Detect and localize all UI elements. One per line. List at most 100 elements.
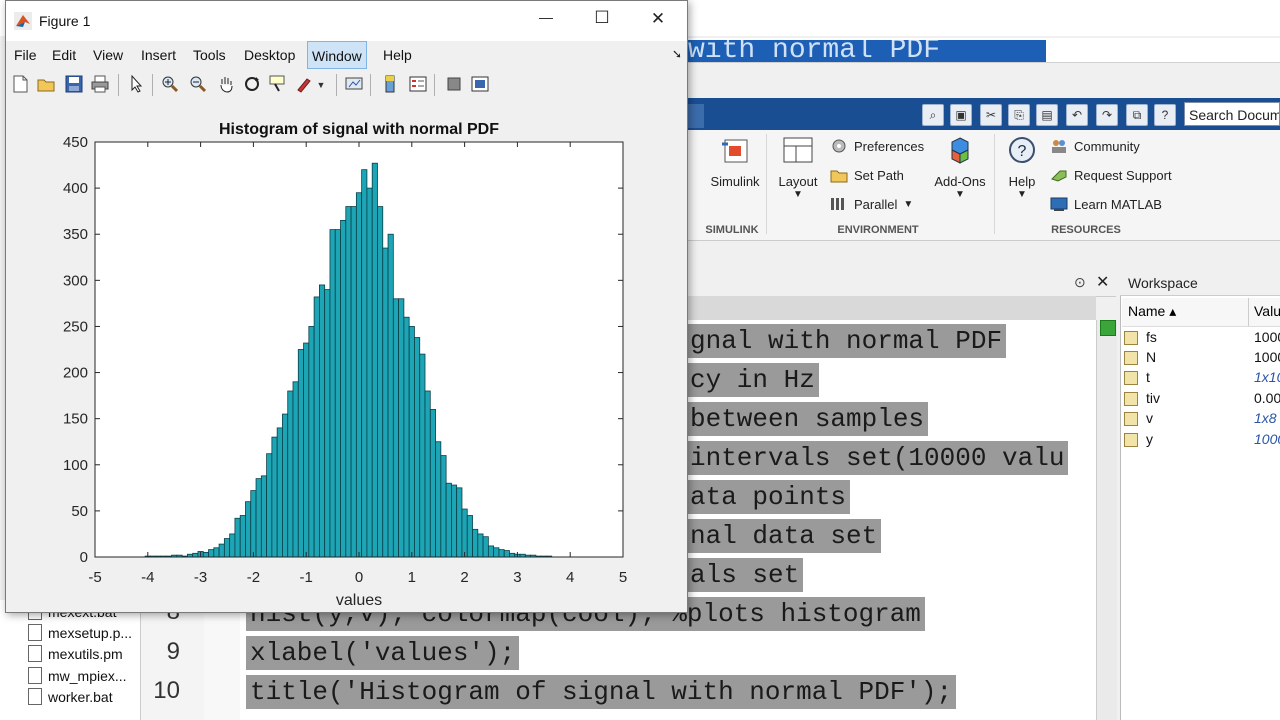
simulink-section-label: SIMULINK [705,224,759,236]
menu-insert[interactable]: Insert [137,41,180,69]
variable-value: 1000 [1254,349,1280,365]
histogram-bar [493,547,500,558]
menu-tools[interactable]: Tools [189,41,230,69]
code-analyzer-indicator[interactable] [1100,320,1116,336]
code-line[interactable]: title('Histogram of signal with normal P… [246,675,957,709]
histogram-bar [192,552,199,558]
histogram-bar [398,298,405,558]
menu-window[interactable]: Window [307,41,367,69]
menu-edit[interactable]: Edit [48,41,80,69]
hide-plot-tools-icon[interactable] [444,75,464,95]
y-tick-label: 400 [63,180,88,197]
minimize-button[interactable]: — [528,9,564,25]
help-icon[interactable]: ? [1154,104,1176,126]
undo-icon[interactable]: ↶ [1066,104,1088,126]
new-figure-icon[interactable] [10,75,30,95]
histogram-bar [313,296,320,558]
save-icon[interactable]: ▣ [950,104,972,126]
code-line[interactable]: cy in Hz [686,363,819,397]
close-button[interactable]: ✕ [640,9,676,29]
workspace-row[interactable]: N 1000 [1124,349,1280,369]
menu-desktop[interactable]: Desktop [240,41,299,69]
workspace-row[interactable]: fs 1000 [1124,329,1280,349]
histogram-bar [392,298,400,558]
help-button[interactable]: ? Help ▼ [1000,136,1044,200]
code-line[interactable]: gnal with normal PDF [686,324,1007,358]
pan-icon[interactable] [216,75,236,95]
histogram-bar [208,549,215,558]
parallel-button[interactable]: Parallel ▼ [830,196,913,212]
set-path-button[interactable]: Set Path [830,167,904,183]
find-files-icon[interactable]: ⌕ [922,104,944,126]
variable-value: 1000 [1254,329,1280,345]
variable-icon [1124,412,1138,427]
zoom-out-icon[interactable] [188,75,208,95]
folder-icon [830,167,848,183]
preferences-button[interactable]: Preferences [830,138,924,154]
brush-icon[interactable] [294,75,314,95]
code-line[interactable]: nal data set [686,519,882,553]
figure-titlebar[interactable]: Figure 1 — ☐ ✕ [6,1,687,41]
simulink-button[interactable]: Simulink [700,136,770,189]
histogram-chart[interactable]: -5 -4 -3 -2 -1 0 1 2 3 4 5050100150200250300350400… [6,101,687,612]
addons-button[interactable]: Add-Ons ▼ [930,136,990,200]
ribbon-tab[interactable] [686,104,704,128]
copy-icon[interactable]: ⎘ [1008,104,1030,126]
menu-view[interactable]: View [89,41,127,69]
file-item[interactable]: mexsetup.p... [28,624,132,641]
code-line[interactable]: ata points [686,480,851,514]
show-plot-tools-icon[interactable] [470,75,490,95]
zoom-in-icon[interactable] [160,75,180,95]
workspace-row[interactable]: y 1000 [1124,431,1280,451]
redo-icon[interactable]: ↷ [1096,104,1118,126]
rotate-icon[interactable] [242,75,262,95]
workspace-row[interactable]: t 1x1000 [1124,369,1280,389]
figure-window: Figure 1 — ☐ ✕ File Edit View Insert Too… [5,0,688,613]
data-cursor-icon[interactable] [268,75,288,95]
figure-toolbar: ▼ [6,69,687,102]
maximize-button[interactable]: ☐ [584,8,620,28]
code-line[interactable]: xlabel('values'); [246,636,520,670]
histogram-bar [318,284,326,558]
legend-icon[interactable] [408,75,428,95]
histogram-bar [435,441,442,558]
brush-dropdown-icon[interactable]: ▼ [316,75,326,95]
file-item[interactable]: mexutils.pm [28,645,123,662]
code-line[interactable]: intervals set(10000 valu [686,441,1069,475]
ribbon: Simulink SIMULINK Layout ▼ Preferences S… [686,130,1280,241]
menu-file[interactable]: File [10,41,41,69]
code-line[interactable]: als set [686,558,804,592]
layout-button[interactable]: Layout ▼ [770,136,826,200]
name-column-header[interactable]: Name ▴ [1128,303,1176,320]
link-icon[interactable] [344,75,364,95]
learn-matlab-button[interactable]: Learn MATLAB [1050,196,1162,212]
variable-icon [1124,351,1138,366]
dock-arrow-icon[interactable]: ➘ [672,47,682,61]
search-documentation-input[interactable]: Search Documentation [1184,102,1280,126]
paste-icon[interactable]: ▤ [1036,104,1058,126]
workspace-row[interactable]: v 1x8 [1124,410,1280,430]
switch-windows-icon[interactable]: ⧉ [1126,104,1148,126]
community-button[interactable]: Community [1050,138,1140,154]
editor-tabs [686,296,1096,320]
print-icon[interactable] [90,75,110,95]
save-icon[interactable] [64,75,84,95]
x-tick-label: -3 [194,569,207,586]
menu-help[interactable]: Help [379,41,416,69]
editor-scrollbar[interactable] [1096,320,1117,720]
simulink-label: Simulink [710,174,760,189]
pointer-icon[interactable] [126,74,146,95]
parallel-icon [830,196,848,212]
value-column-header[interactable]: Value [1254,303,1280,319]
code-line[interactable]: between samples [686,402,929,436]
request-support-button[interactable]: Request Support [1050,167,1172,183]
open-icon[interactable] [36,75,56,95]
cut-icon[interactable]: ✂ [980,104,1002,126]
editor-close-icon[interactable]: ✕ [1096,272,1109,292]
file-item[interactable]: worker.bat [28,688,113,705]
histogram-bar [292,381,299,558]
file-item[interactable]: mw_mpiex... [28,667,127,684]
editor-actions-icon[interactable]: ⊙ [1074,274,1086,291]
workspace-row[interactable]: tiv 0.001 [1124,390,1280,410]
colorbar-icon[interactable] [380,75,400,95]
